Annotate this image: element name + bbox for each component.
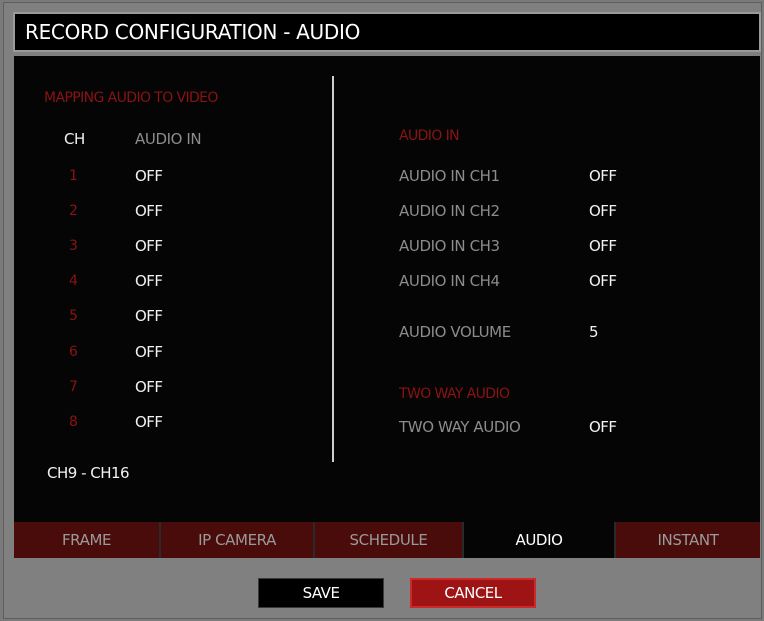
- audio-in-label: AUDIO IN CH2: [399, 202, 500, 220]
- tab-instant[interactable]: INSTANT: [616, 522, 760, 558]
- channel-audio-select[interactable]: OFF: [135, 202, 163, 220]
- audio-in-label: AUDIO IN CH3: [399, 237, 500, 255]
- two-way-audio-label: TWO WAY AUDIO: [399, 418, 521, 436]
- two-way-audio-select[interactable]: OFF: [589, 418, 617, 436]
- channel-number: 6: [69, 344, 78, 360]
- audio-volume-select[interactable]: 5: [589, 323, 599, 341]
- channel-number: 5: [69, 308, 78, 324]
- tab-frame[interactable]: FRAME: [14, 522, 161, 558]
- tab-audio[interactable]: AUDIO: [464, 522, 616, 558]
- audio-in-select[interactable]: OFF: [589, 167, 617, 185]
- save-button[interactable]: SAVE: [258, 578, 384, 608]
- column-divider: [332, 76, 334, 462]
- audio-in-select[interactable]: OFF: [589, 237, 617, 255]
- mapping-heading: MAPPING AUDIO TO VIDEO: [44, 90, 218, 106]
- channel-audio-select[interactable]: OFF: [135, 307, 163, 325]
- channel-page-link[interactable]: CH9 - CH16: [47, 464, 130, 482]
- audio-in-heading: AUDIO IN: [399, 128, 460, 144]
- channel-number: 2: [69, 203, 78, 219]
- channel-audio-select[interactable]: OFF: [135, 272, 163, 290]
- channel-number: 1: [69, 168, 78, 184]
- column-header-audio-in: AUDIO IN: [135, 130, 202, 148]
- two-way-audio-heading: TWO WAY AUDIO: [399, 386, 510, 402]
- channel-audio-select[interactable]: OFF: [135, 237, 163, 255]
- tab-schedule[interactable]: SCHEDULE: [315, 522, 464, 558]
- audio-in-select[interactable]: OFF: [589, 202, 617, 220]
- content-panel: MAPPING AUDIO TO VIDEO CH AUDIO IN 1 OFF…: [14, 56, 760, 528]
- channel-number: 3: [69, 238, 78, 254]
- audio-in-select[interactable]: OFF: [589, 272, 617, 290]
- audio-in-label: AUDIO IN CH1: [399, 167, 500, 185]
- channel-audio-select[interactable]: OFF: [135, 167, 163, 185]
- audio-volume-label: AUDIO VOLUME: [399, 323, 511, 341]
- channel-audio-select[interactable]: OFF: [135, 343, 163, 361]
- title-bar: RECORD CONFIGURATION - AUDIO: [13, 12, 761, 52]
- tab-bar: FRAME IP CAMERA SCHEDULE AUDIO INSTANT: [14, 522, 760, 558]
- channel-number: 4: [69, 273, 78, 289]
- channel-audio-select[interactable]: OFF: [135, 378, 163, 396]
- channel-audio-select[interactable]: OFF: [135, 413, 163, 431]
- audio-in-label: AUDIO IN CH4: [399, 272, 500, 290]
- channel-number: 8: [69, 414, 78, 430]
- cancel-button[interactable]: CANCEL: [410, 578, 536, 608]
- channel-number: 7: [69, 379, 78, 395]
- column-header-ch: CH: [64, 130, 85, 148]
- tab-ip-camera[interactable]: IP CAMERA: [161, 522, 315, 558]
- page-title: RECORD CONFIGURATION - AUDIO: [25, 20, 361, 44]
